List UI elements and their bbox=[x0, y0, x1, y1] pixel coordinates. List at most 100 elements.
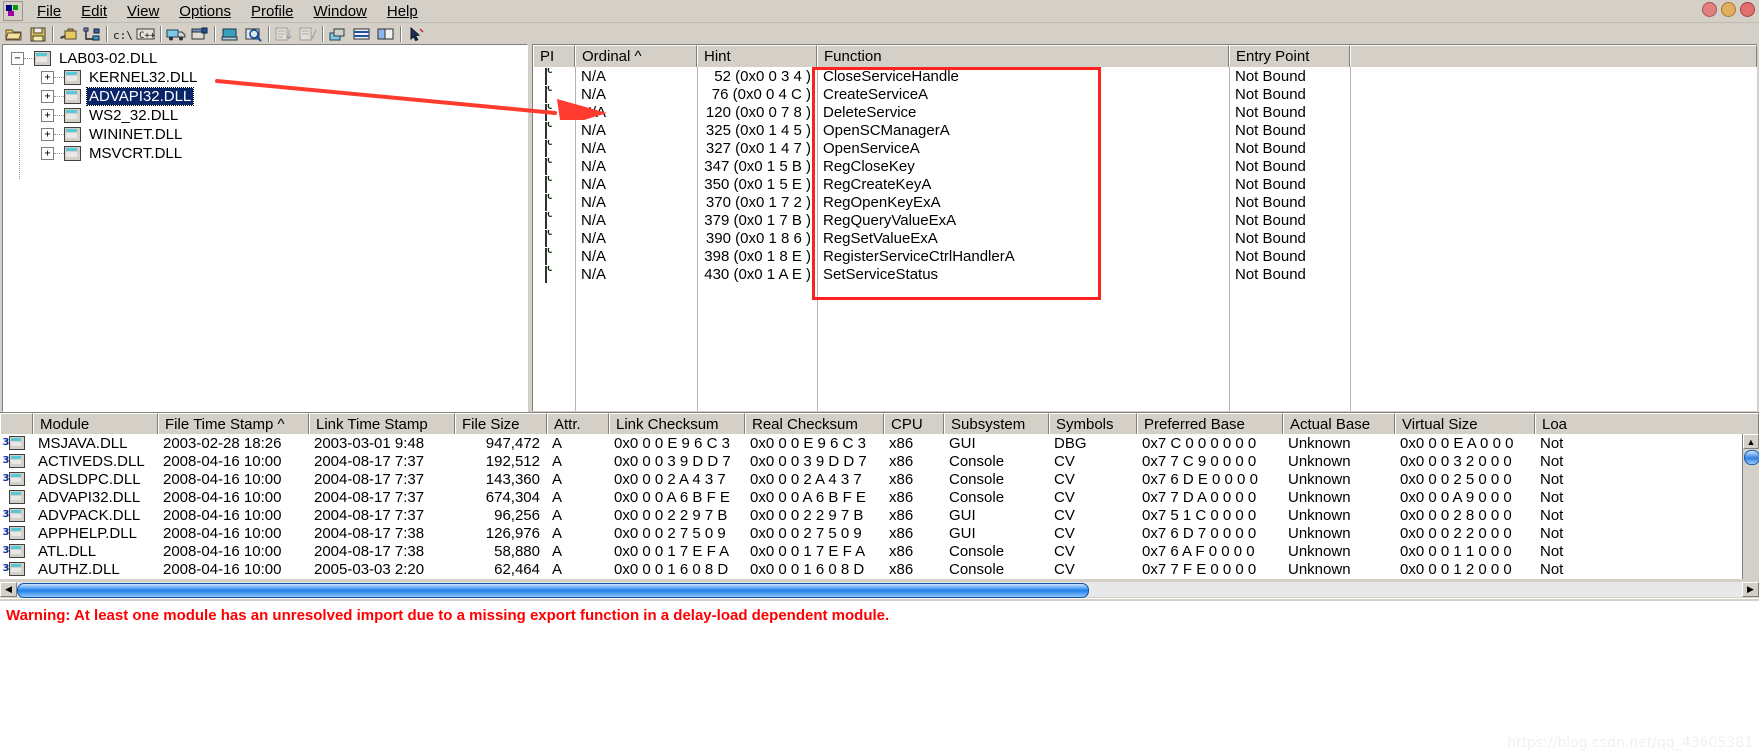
log-pane[interactable]: Warning: At least one module has an unre… bbox=[0, 599, 1759, 755]
maximize-button-icon[interactable] bbox=[1721, 2, 1736, 17]
import-row[interactable]: N/A 390 (0x0 1 8 6 ) RegSetValueExA Not … bbox=[533, 229, 1757, 247]
menu-profile[interactable]: Profile bbox=[241, 1, 304, 22]
col-header-preferred-base[interactable]: Preferred Base bbox=[1137, 413, 1283, 434]
table-row[interactable]: 3 APPHELP.DLL 2008-04-16 10:00 2004-08-1… bbox=[0, 524, 1743, 542]
horizontal-scroll-thumb[interactable] bbox=[17, 583, 1089, 598]
tree-expander-expand-icon[interactable]: + bbox=[41, 109, 54, 122]
menu-help[interactable]: Help bbox=[377, 1, 428, 22]
tree-node-root[interactable]: − LAB03-02.DLL bbox=[11, 49, 527, 68]
search-path-icon[interactable] bbox=[57, 24, 79, 44]
tree-expander-expand-icon[interactable]: + bbox=[41, 147, 54, 160]
table-row[interactable]: ADVAPI32.DLL 2008-04-16 10:00 2004-08-17… bbox=[0, 488, 1743, 506]
save-icon[interactable] bbox=[27, 24, 49, 44]
table-row[interactable]: 3 ADVPACK.DLL 2008-04-16 10:00 2004-08-1… bbox=[0, 506, 1743, 524]
menu-window[interactable]: Window bbox=[304, 1, 377, 22]
parent-import-icon bbox=[545, 247, 547, 265]
col-header-hint[interactable]: Hint bbox=[697, 45, 817, 67]
col-header-file-time-stamp[interactable]: File Time Stamp ^ bbox=[158, 413, 309, 434]
import-row[interactable]: N/A 379 (0x0 1 7 B ) RegQueryValueExA No… bbox=[533, 211, 1757, 229]
preferred-base-cell: 0x7 6 A F 0 0 0 0 bbox=[1142, 542, 1255, 560]
configure-module-icon[interactable] bbox=[189, 24, 211, 44]
import-row[interactable]: N/A 398 (0x0 1 8 E ) RegisterServiceCtrl… bbox=[533, 247, 1757, 265]
expand-all-icon[interactable] bbox=[273, 24, 295, 44]
module-list-vertical-scrollbar[interactable]: ▲ bbox=[1742, 434, 1759, 579]
col-header-entry-point[interactable]: Entry Point bbox=[1229, 45, 1350, 67]
col-header-function[interactable]: Function bbox=[817, 45, 1229, 67]
col-header-link-checksum[interactable]: Link Checksum bbox=[609, 413, 745, 434]
hint-cell: 350 (0x0 1 5 E ) bbox=[704, 175, 811, 193]
split-columns-icon[interactable] bbox=[375, 24, 397, 44]
col-header-actual-base[interactable]: Actual Base bbox=[1283, 413, 1395, 434]
col-header-cpu[interactable]: CPU bbox=[884, 413, 944, 434]
import-row[interactable]: N/A 327 (0x0 1 4 7 ) OpenServiceA Not Bo… bbox=[533, 139, 1757, 157]
tree-node-advapi32[interactable]: + ADVAPI32.DLL bbox=[11, 87, 527, 106]
scroll-up-arrow-icon[interactable]: ▲ bbox=[1743, 434, 1759, 449]
table-row[interactable]: 3 ADSLDPC.DLL 2008-04-16 10:00 2004-08-1… bbox=[0, 470, 1743, 488]
table-row[interactable]: 3 ATL.DLL 2008-04-16 10:00 2004-08-17 7:… bbox=[0, 542, 1743, 560]
select-arrow-icon[interactable] bbox=[405, 24, 427, 44]
toolbar-separator-6 bbox=[320, 25, 326, 43]
module-path-icon[interactable] bbox=[81, 24, 103, 44]
col-header-symbols[interactable]: Symbols bbox=[1049, 413, 1137, 434]
system-info-icon[interactable] bbox=[219, 24, 241, 44]
view-module-magnifier-icon[interactable] bbox=[243, 24, 265, 44]
module-list-horizontal-scrollbar[interactable]: ◀ ▶ bbox=[0, 581, 1759, 598]
menu-edit[interactable]: Edit bbox=[71, 1, 117, 22]
import-row[interactable]: N/A 370 (0x0 1 7 2 ) RegOpenKeyExA Not B… bbox=[533, 193, 1757, 211]
file-time-cell: 2008-04-16 10:00 bbox=[163, 452, 282, 470]
import-row[interactable]: N/A 325 (0x0 1 4 5 ) OpenSCManagerA Not … bbox=[533, 121, 1757, 139]
tree-expander-expand-icon[interactable]: + bbox=[41, 71, 54, 84]
tree-expander-collapse-icon[interactable]: − bbox=[11, 52, 24, 65]
tree-expander-expand-icon[interactable]: + bbox=[41, 90, 54, 103]
table-row[interactable]: 3 MSJAVA.DLL 2003-02-28 18:26 2003-03-01… bbox=[0, 434, 1743, 452]
menu-options[interactable]: Options bbox=[169, 1, 241, 22]
col-header-virtual-size[interactable]: Virtual Size bbox=[1395, 413, 1535, 434]
col-header-icon[interactable] bbox=[0, 413, 33, 434]
hint-cell: 430 (0x0 1 A E ) bbox=[704, 265, 811, 283]
minimize-button-icon[interactable] bbox=[1702, 2, 1717, 17]
import-row[interactable]: N/A 76 (0x0 0 4 C ) CreateServiceA Not B… bbox=[533, 85, 1757, 103]
tree-node-kernel32[interactable]: + KERNEL32.DLL bbox=[11, 68, 527, 87]
vertical-scroll-thumb[interactable] bbox=[1744, 450, 1759, 465]
import-function-pane[interactable]: PI Ordinal ^ Hint Function Entry Point N… bbox=[532, 44, 1757, 411]
hint-cell: 76 (0x0 0 4 C ) bbox=[711, 85, 811, 103]
import-row[interactable]: N/A 430 (0x0 1 A E ) SetServiceStatus No… bbox=[533, 265, 1757, 283]
tree-node-msvcrt[interactable]: + MSVCRT.DLL bbox=[11, 144, 527, 163]
col-header-link-time-stamp[interactable]: Link Time Stamp bbox=[309, 413, 455, 434]
full-paths-rows-icon[interactable] bbox=[351, 24, 373, 44]
horizontal-scroll-track[interactable] bbox=[17, 582, 1742, 598]
collapse-all-icon[interactable] bbox=[297, 24, 319, 44]
import-row[interactable]: N/A 350 (0x0 1 5 E ) RegCreateKeyA Not B… bbox=[533, 175, 1757, 193]
col-header-ordinal[interactable]: Ordinal ^ bbox=[575, 45, 697, 67]
start-profiling-icon[interactable] bbox=[165, 24, 187, 44]
menu-file[interactable]: File bbox=[27, 1, 71, 22]
tree-node-wininet[interactable]: + WININET.DLL bbox=[11, 125, 527, 144]
close-button-icon[interactable] bbox=[1740, 2, 1755, 17]
auto-expand-stack-icon[interactable] bbox=[327, 24, 349, 44]
pi-cell bbox=[533, 67, 575, 85]
scroll-left-arrow-icon[interactable]: ◀ bbox=[0, 582, 17, 597]
undecorate-c-icon[interactable]: c:\ bbox=[111, 24, 133, 44]
module-icon-cell: 3 bbox=[0, 436, 33, 450]
col-header-pi[interactable]: PI bbox=[533, 45, 575, 67]
tree-node-ws2-32[interactable]: + WS2_32.DLL bbox=[11, 106, 527, 125]
undecorate-cpp-icon[interactable]: C++ bbox=[135, 24, 157, 44]
open-icon[interactable] bbox=[3, 24, 25, 44]
virtual-size-cell: 0x0 0 0 2 5 0 0 0 bbox=[1400, 470, 1512, 488]
col-header-spare[interactable] bbox=[1350, 45, 1757, 67]
import-row[interactable]: N/A 347 (0x0 1 5 B ) RegCloseKey Not Bou… bbox=[533, 157, 1757, 175]
col-header-real-checksum[interactable]: Real Checksum bbox=[745, 413, 884, 434]
col-header-module[interactable]: Module bbox=[33, 413, 158, 434]
import-row[interactable]: N/A 52 (0x0 0 3 4 ) CloseServiceHandle N… bbox=[533, 67, 1757, 85]
import-row[interactable]: N/A 120 (0x0 0 7 8 ) DeleteService Not B… bbox=[533, 103, 1757, 121]
module-tree-pane[interactable]: − LAB03-02.DLL + KERNEL32.DLL + ADVAPI32… bbox=[2, 44, 528, 412]
col-header-attr[interactable]: Attr. bbox=[547, 413, 609, 434]
scroll-right-arrow-icon[interactable]: ▶ bbox=[1742, 582, 1759, 597]
table-row[interactable]: 3 ACTIVEDS.DLL 2008-04-16 10:00 2004-08-… bbox=[0, 452, 1743, 470]
menu-view[interactable]: View bbox=[117, 1, 169, 22]
tree-expander-expand-icon[interactable]: + bbox=[41, 128, 54, 141]
table-row[interactable]: 3 AUTHZ.DLL 2008-04-16 10:00 2005-03-03 … bbox=[0, 560, 1743, 578]
col-header-subsystem[interactable]: Subsystem bbox=[944, 413, 1049, 434]
col-header-load-order[interactable]: Loa bbox=[1535, 413, 1759, 434]
col-header-file-size[interactable]: File Size bbox=[455, 413, 547, 434]
